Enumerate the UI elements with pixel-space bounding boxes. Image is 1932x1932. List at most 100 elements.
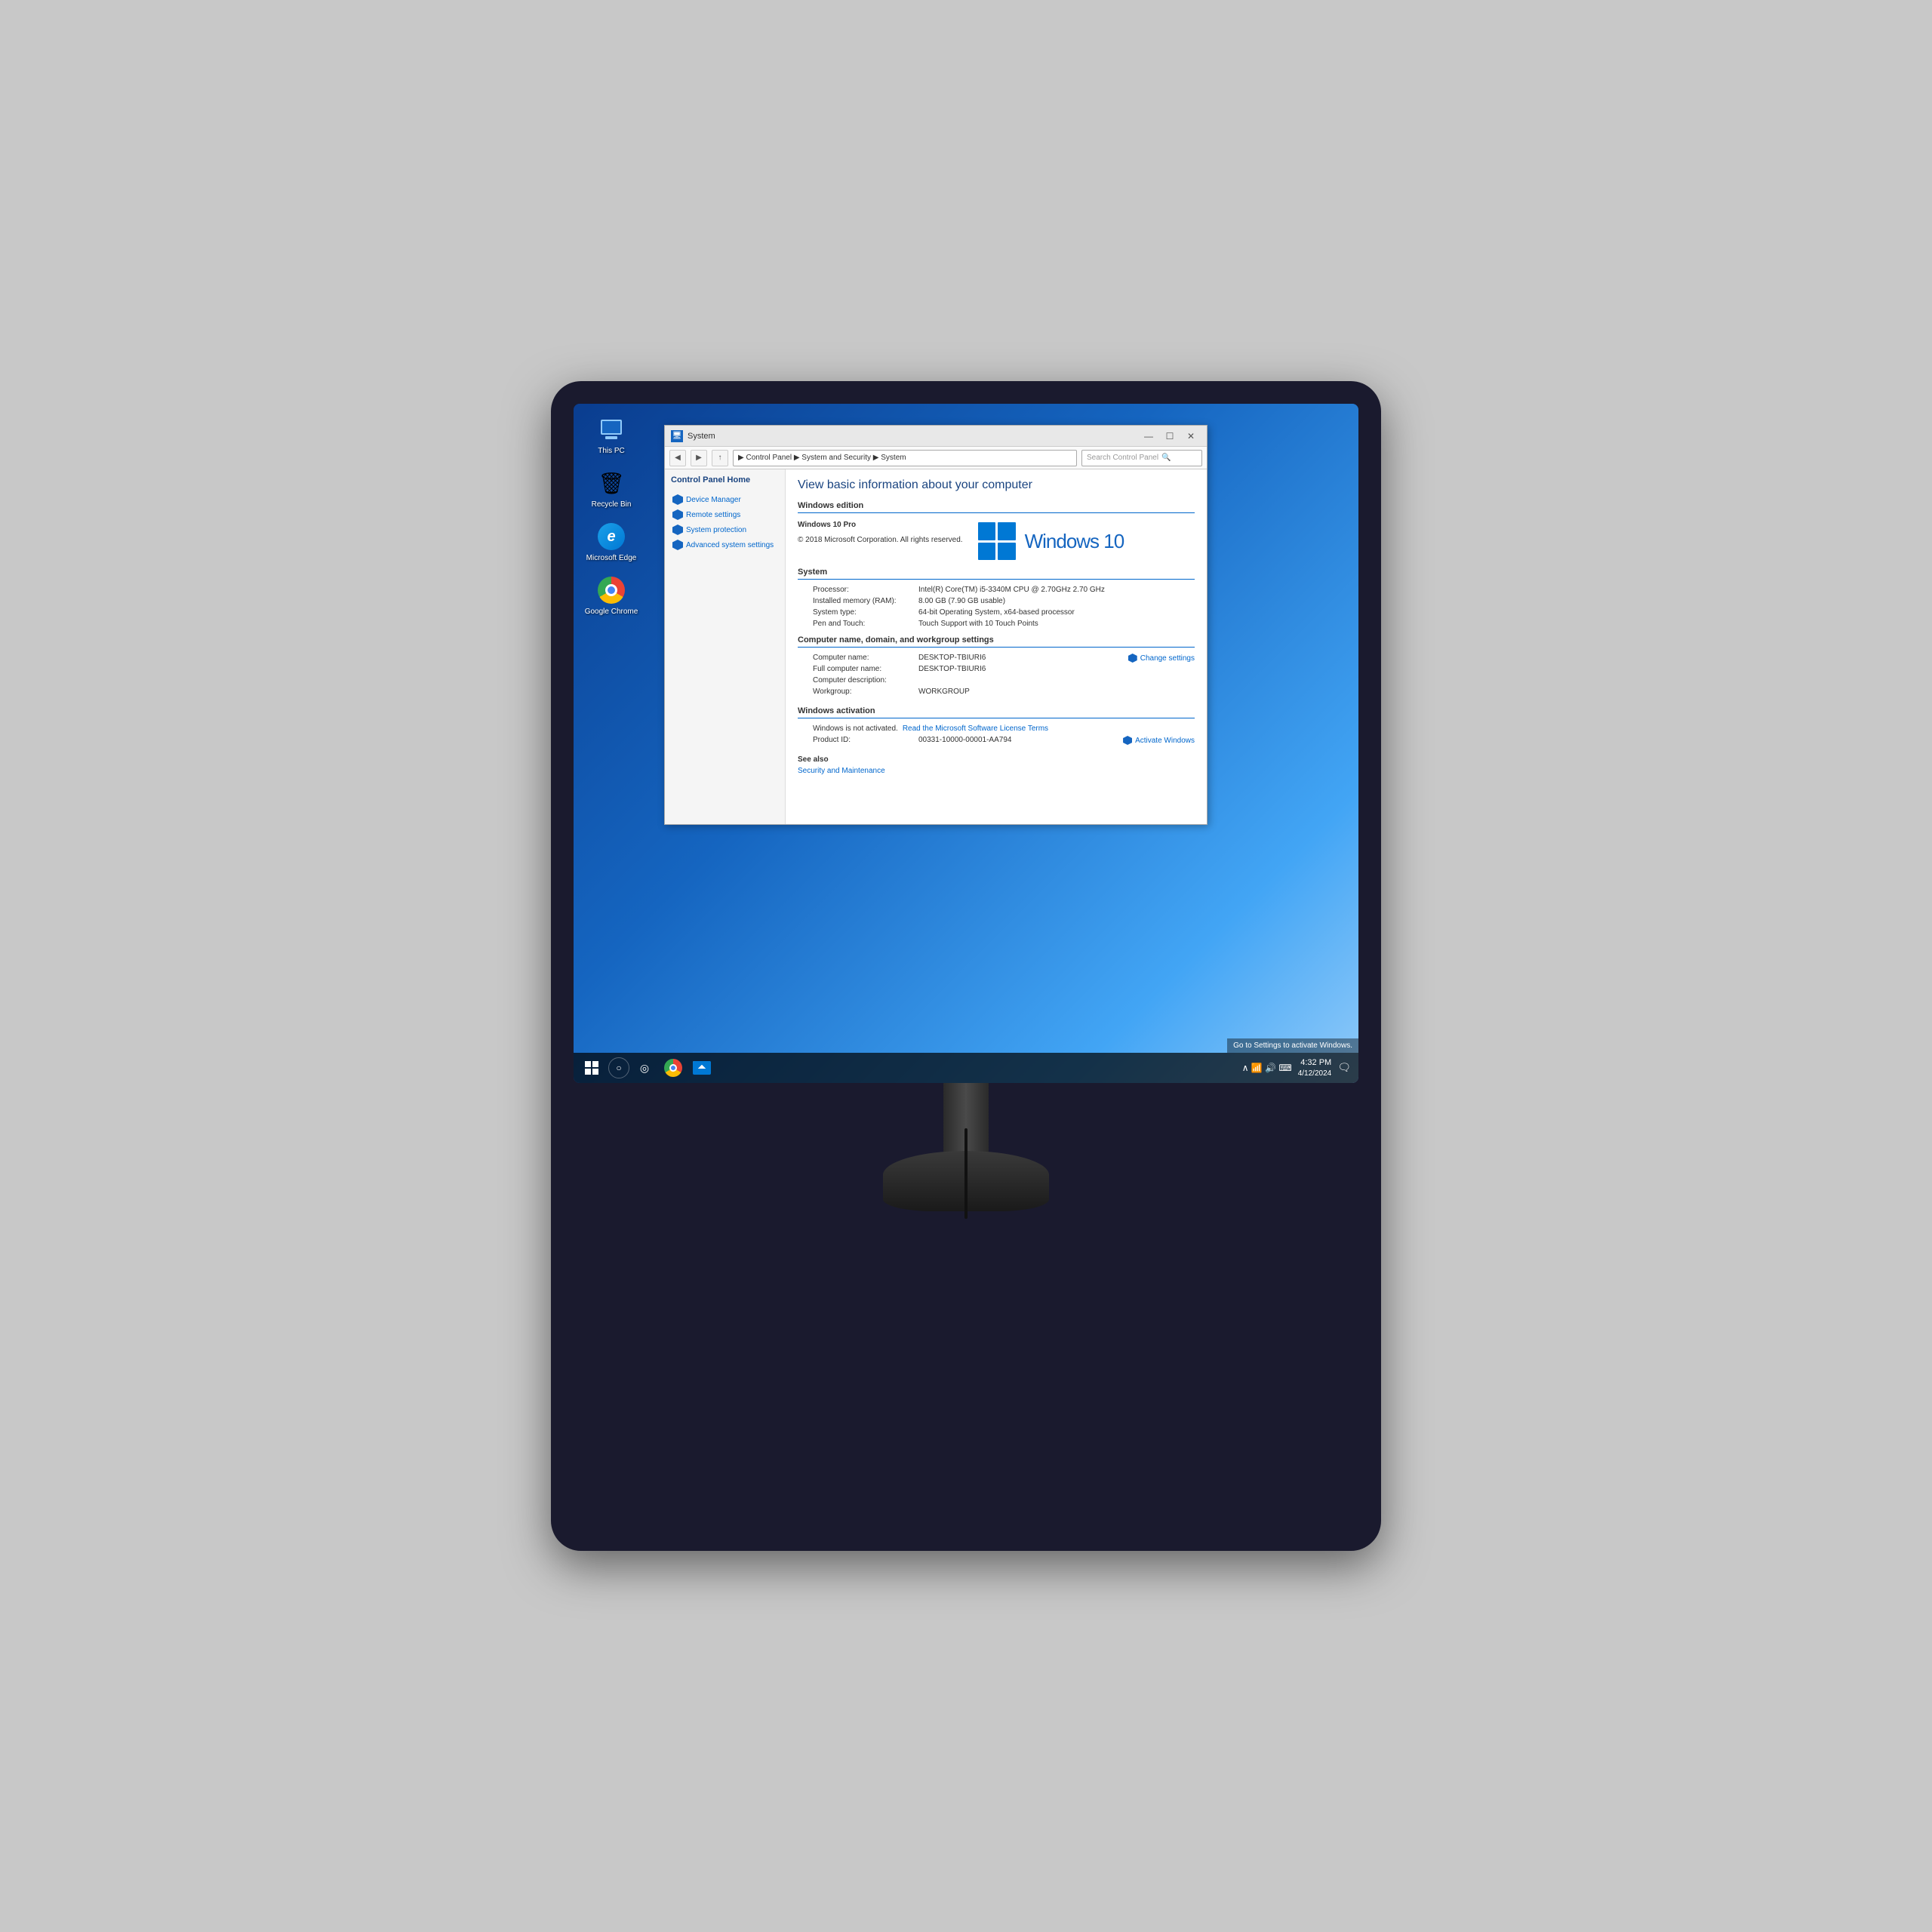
pc-icon-shape	[598, 416, 625, 443]
system-protection-link[interactable]: System protection	[671, 522, 779, 537]
up-button[interactable]: ↑	[712, 450, 728, 466]
license-terms-link[interactable]: Read the Microsoft Software License Term…	[903, 724, 1048, 733]
flag-sq1	[978, 522, 996, 540]
full-computer-name-value: DESKTOP-TBIURI6	[918, 665, 986, 673]
windows10-text: Windows 10	[1025, 530, 1124, 553]
window-titlebar: 🖥 System — ☐ ✕	[665, 426, 1207, 447]
taskbar-search-button[interactable]: ○	[608, 1057, 629, 1078]
edge-shape: e	[598, 523, 625, 550]
main-content: View basic information about your comput…	[786, 469, 1207, 824]
taskbar-chrome-center	[669, 1064, 677, 1072]
change-settings-label: Change settings	[1140, 654, 1195, 663]
recycle-bin-icon[interactable]: 🗑 Recycle Bin	[581, 465, 641, 512]
mail-icon	[693, 1061, 711, 1075]
notification-icon[interactable]: 🗨	[1337, 1061, 1351, 1074]
taskbar-chrome[interactable]	[660, 1054, 687, 1081]
search-control-panel[interactable]: Search Control Panel 🔍	[1081, 450, 1202, 466]
change-settings-shield-icon	[1128, 654, 1137, 663]
activation-status-row: Windows is not activated. Read the Micro…	[798, 724, 1195, 733]
computer-name-value: DESKTOP-TBIURI6	[918, 654, 986, 662]
security-maintenance-link[interactable]: Security and Maintenance	[798, 767, 1195, 775]
change-settings-link[interactable]: Change settings	[1128, 654, 1195, 663]
windows-edition-section: Windows 10 Pro © 2018 Microsoft Corporat…	[798, 519, 1195, 560]
minimize-button[interactable]: —	[1139, 429, 1158, 444]
shield-icon-advanced	[672, 540, 683, 550]
taskbar-chrome-icon	[664, 1059, 682, 1077]
system-type-label: System type:	[798, 608, 918, 617]
breadcrumb[interactable]: ▶ Control Panel ▶ System and Security ▶ …	[733, 450, 1077, 466]
system-type-row: System type: 64-bit Operating System, x6…	[798, 608, 1195, 617]
search-icon: 🔍	[1161, 454, 1171, 462]
computer-name-header: Computer name, domain, and workgroup set…	[798, 635, 1195, 648]
flag-sq2	[998, 522, 1016, 540]
left-panel-title: Control Panel Home	[671, 475, 779, 485]
start-icon	[585, 1061, 598, 1075]
taskbar-system-tray: ∧ 📶 🔊 ⌨	[1242, 1063, 1292, 1073]
pen-touch-value: Touch Support with 10 Touch Points	[918, 620, 1195, 628]
system-type-value: 64-bit Operating System, x64-based proce…	[918, 608, 1195, 617]
left-panel: Control Panel Home Device Manager Remote…	[665, 469, 786, 824]
search-placeholder: Search Control Panel	[1087, 454, 1158, 462]
system-header: System	[798, 568, 1195, 580]
forward-button[interactable]: ▶	[691, 450, 707, 466]
address-bar: ◀ ▶ ↑ ▶ Control Panel ▶ System and Secur…	[665, 447, 1207, 469]
ram-label: Installed memory (RAM):	[798, 597, 918, 605]
taskbar-time: 4:32 PM	[1298, 1057, 1332, 1068]
workgroup-value: WORKGROUP	[918, 688, 986, 696]
start-button[interactable]	[578, 1054, 605, 1081]
activation-status: Windows is not activated.	[798, 724, 898, 733]
taskbar-cortana[interactable]: ◎	[631, 1054, 658, 1081]
edge-icon[interactable]: e Microsoft Edge	[581, 518, 641, 566]
edge-label: Microsoft Edge	[586, 554, 637, 563]
processor-value: Intel(R) Core(TM) i5-3340M CPU @ 2.70GHz…	[918, 586, 1195, 594]
computer-name-row: Computer name: DESKTOP-TBIURI6	[798, 654, 986, 662]
this-pc-icon-img	[596, 414, 626, 445]
pc-base-shape	[605, 436, 617, 439]
full-computer-name-row: Full computer name: DESKTOP-TBIURI6	[798, 665, 986, 673]
edition-copyright: © 2018 Microsoft Corporation. All rights…	[798, 534, 963, 546]
remote-settings-label: Remote settings	[686, 510, 740, 520]
taskbar-clock[interactable]: 4:32 PM 4/12/2024	[1298, 1057, 1332, 1078]
system-protection-label: System protection	[686, 525, 746, 535]
start-sq3	[585, 1069, 591, 1075]
close-button[interactable]: ✕	[1181, 429, 1201, 444]
taskbar-mail[interactable]	[688, 1054, 715, 1081]
device-manager-link[interactable]: Device Manager	[671, 492, 779, 507]
processor-row: Processor: Intel(R) Core(TM) i5-3340M CP…	[798, 586, 1195, 594]
product-id-row: Product ID: 00331-10000-00001-AA794 Acti…	[798, 736, 1195, 745]
maximize-button[interactable]: ☐	[1160, 429, 1180, 444]
edition-name: Windows 10 Pro	[798, 519, 963, 531]
back-button[interactable]: ◀	[669, 450, 686, 466]
computer-description-row: Computer description:	[798, 676, 986, 685]
window-title: System	[688, 432, 1139, 441]
advanced-settings-link[interactable]: Advanced system settings	[671, 537, 779, 552]
device-manager-label: Device Manager	[686, 495, 741, 505]
chrome-center	[605, 584, 617, 596]
tablet-device: This PC 🗑 Recycle Bin e Microsoft Edge	[551, 381, 1381, 1551]
shield-icon-device	[672, 494, 683, 505]
recycle-bin-label: Recycle Bin	[592, 500, 632, 509]
taskbar: ○ ◎ ∧ 📶 🔊 ⌨ 4:32 PM 4/12/2024	[574, 1053, 1358, 1083]
this-pc-icon[interactable]: This PC	[581, 411, 641, 459]
pc-monitor-shape	[601, 420, 622, 435]
chrome-icon-img	[596, 575, 626, 605]
window-controls: — ☐ ✕	[1139, 429, 1201, 444]
shield-icon-protection	[672, 525, 683, 535]
activate-shield-icon	[1123, 736, 1132, 745]
chrome-icon[interactable]: Google Chrome	[581, 572, 641, 620]
start-sq4	[592, 1069, 598, 1075]
ram-value: 8.00 GB (7.90 GB usable)	[918, 597, 1195, 605]
main-title: View basic information about your comput…	[798, 478, 1195, 492]
product-id-label: Product ID:	[798, 736, 918, 745]
start-sq2	[592, 1061, 598, 1067]
remote-settings-link[interactable]: Remote settings	[671, 507, 779, 522]
recycle-bin-icon-img: 🗑	[596, 468, 626, 498]
recycle-glyph: 🗑	[598, 471, 625, 496]
workgroup-row: Workgroup: WORKGROUP	[798, 688, 986, 696]
chrome-label: Google Chrome	[585, 608, 638, 617]
windows-flag-icon	[978, 522, 1016, 560]
shield-icon-remote	[672, 509, 683, 520]
activation-header: Windows activation	[798, 706, 1195, 718]
pen-touch-label: Pen and Touch:	[798, 620, 918, 628]
activate-windows-link[interactable]: Activate Windows	[1123, 736, 1195, 745]
